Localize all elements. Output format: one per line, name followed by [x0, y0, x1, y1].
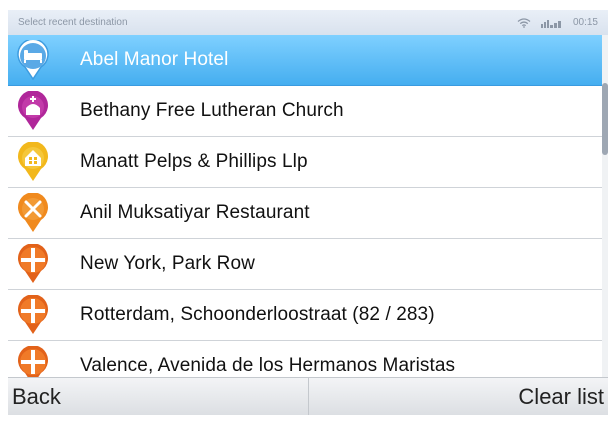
status-bar: Select recent destination 00:15 — [8, 10, 608, 35]
softkey-bar: Back Clear list — [8, 377, 608, 415]
list-item[interactable]: Abel Manor Hotel — [8, 35, 608, 86]
item-label: Rotterdam, Schoonderloostraat (82 / 283) — [80, 304, 435, 325]
address-icon — [16, 295, 50, 335]
item-label: Abel Manor Hotel — [80, 49, 229, 70]
list-item[interactable]: Rotterdam, Schoonderloostraat (82 / 283) — [8, 290, 608, 341]
scrollbar-thumb[interactable] — [602, 83, 608, 155]
list-item[interactable]: New York, Park Row — [8, 239, 608, 290]
office-icon — [16, 142, 50, 182]
item-label: Valence, Avenida de los Hermanos Marista… — [80, 355, 456, 376]
restaurant-icon — [16, 193, 50, 233]
item-label: Bethany Free Lutheran Church — [80, 100, 344, 121]
list-item[interactable]: Manatt Pelps & Phillips Llp — [8, 137, 608, 188]
address-icon — [16, 244, 50, 284]
list-item[interactable]: Valence, Avenida de los Hermanos Marista… — [8, 341, 608, 377]
status-indicators: 00:15 — [517, 17, 598, 28]
screen-title: Select recent destination — [18, 17, 128, 28]
list-item[interactable]: Anil Muksatiyar Restaurant — [8, 188, 608, 239]
item-label: New York, Park Row — [80, 253, 255, 274]
list-scrollbar[interactable] — [602, 35, 608, 377]
item-label: Manatt Pelps & Phillips Llp — [80, 151, 308, 172]
destination-list: Abel Manor Hotel Bethany Free Lutheran C… — [8, 35, 608, 377]
address-icon — [16, 346, 50, 377]
list-item[interactable]: Bethany Free Lutheran Church — [8, 86, 608, 137]
hotel-icon — [16, 40, 50, 80]
wifi-icon — [517, 17, 531, 28]
church-icon — [16, 91, 50, 131]
status-time: 00:15 — [572, 17, 598, 28]
signal-icon — [540, 18, 563, 28]
item-label: Anil Muksatiyar Restaurant — [80, 202, 310, 223]
clear-list-button[interactable]: Clear list — [309, 378, 609, 415]
recent-destinations-screen: Select recent destination 00:15 Abel Man… — [0, 0, 615, 421]
back-button[interactable]: Back — [8, 378, 309, 415]
